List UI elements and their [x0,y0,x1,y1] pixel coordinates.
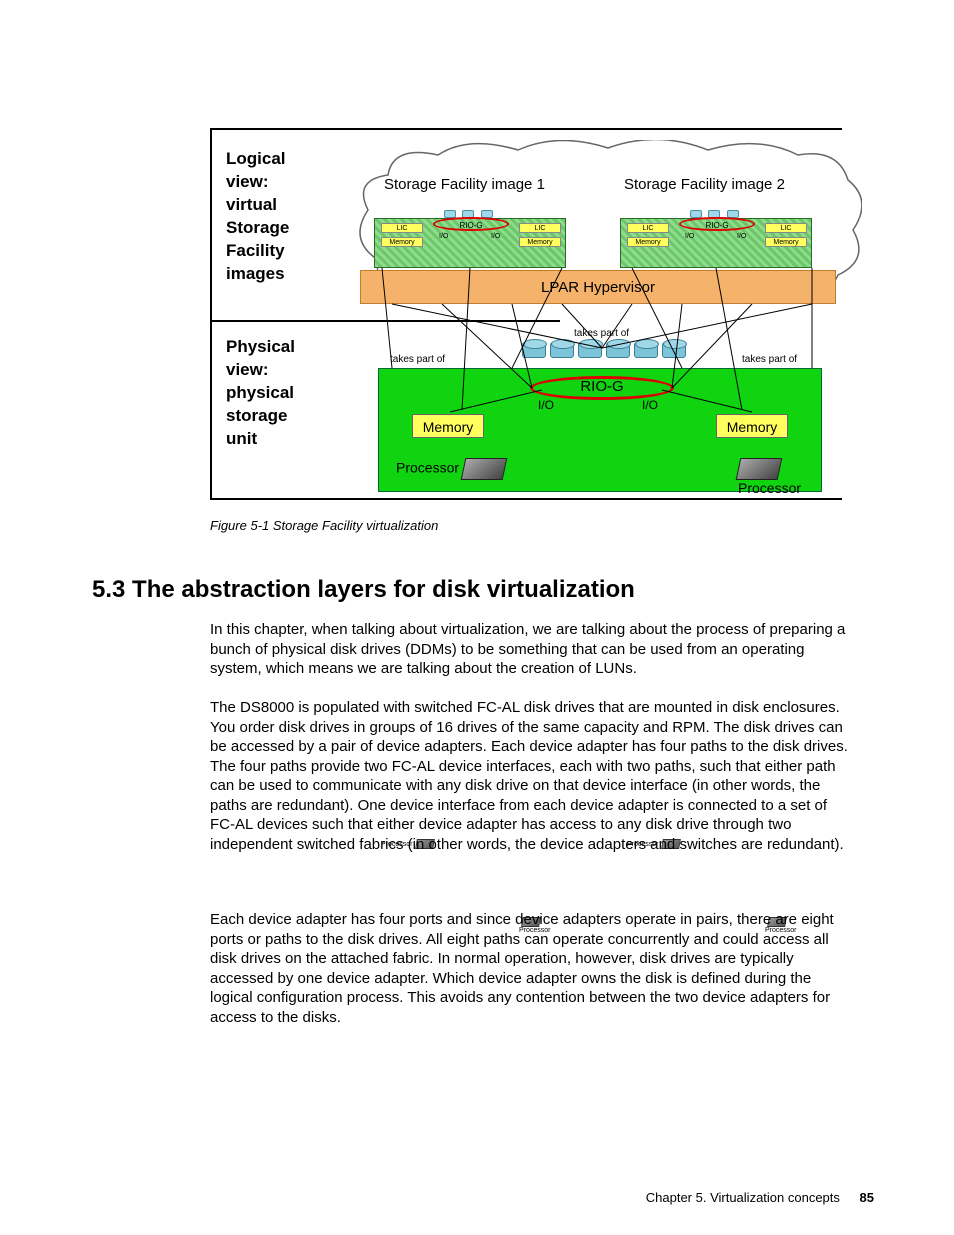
chapter-label: Chapter 5. Virtualization concepts [646,1190,840,1205]
io-label-small: I/O [491,233,500,240]
rio-g-label-small: RIO-G [449,221,493,230]
processor-box: Processor [396,458,505,480]
lic-label: LIC [627,223,669,233]
label-line: storage [226,405,356,428]
processor-text: Processor [738,480,801,496]
label-line: Physical [226,336,356,359]
figure-5-1: Logical view: virtual Storage Facility i… [210,128,842,500]
body-paragraph: Each device adapter has four ports and s… [210,910,850,1027]
section-divider [212,320,560,322]
memory-label-small: Memory [519,237,561,247]
physical-view-label: Physical view: physical storage unit [226,336,356,451]
io-label: I/O [538,398,554,412]
io-label-small: I/O [439,233,448,240]
label-line: unit [226,428,356,451]
disk-cylinder-icon [550,342,574,358]
lic-label: LIC [765,223,807,233]
memory-label-small: Memory [627,237,669,247]
lpar-hypervisor: LPAR Hypervisor [360,270,836,304]
rio-g-label-small: RIO-G [695,221,739,230]
label-line: virtual [226,194,356,217]
label-line: Logical [226,148,356,171]
label-line: view: [226,171,356,194]
memory-box: Memory [716,414,788,438]
sfi-box-1: LIC LIC RIO-G I/O I/O Memory Memory Proc… [374,218,566,268]
memory-label-small: Memory [765,237,807,247]
io-label-small: I/O [685,233,694,240]
body-paragraph: The DS8000 is populated with switched FC… [210,698,850,854]
label-line: images [226,263,356,286]
section-heading: 5.3 The abstraction layers for disk virt… [92,576,635,604]
label-line: view: [226,359,356,382]
io-label: I/O [642,398,658,412]
sfi-box-2: LIC LIC RIO-G I/O I/O Memory Memory Proc… [620,218,812,268]
sfi-2-title: Storage Facility image 2 [624,176,785,193]
disk-cylinder-icon [522,342,546,358]
page-footer: Chapter 5. Virtualization concepts 85 [646,1190,874,1205]
takes-part-label: takes part of [574,328,629,339]
io-label-small: I/O [737,233,746,240]
logical-view-label: Logical view: virtual Storage Facility i… [226,148,356,286]
processor-text: Processor [396,460,459,476]
memory-label-small: Memory [381,237,423,247]
figure-caption: Figure 5-1 Storage Facility virtualizati… [210,518,438,533]
label-line: Storage [226,217,356,240]
disk-cylinder-icon [578,342,602,358]
page: Logical view: virtual Storage Facility i… [0,0,954,1235]
body-paragraph: In this chapter, when talking about virt… [210,620,850,679]
sfi-1-title: Storage Facility image 1 [384,176,545,193]
lic-label: LIC [381,223,423,233]
takes-part-label: takes part of [390,354,445,365]
disk-cylinder-row [522,342,686,358]
processor-chip-icon [736,458,783,480]
takes-part-label: takes part of [742,354,797,365]
page-number: 85 [860,1190,874,1205]
processor-chip-icon [461,458,508,480]
lic-label: LIC [519,223,561,233]
label-line: physical [226,382,356,405]
memory-box: Memory [412,414,484,438]
label-line: Facility [226,240,356,263]
disk-cylinder-icon [606,342,630,358]
disk-cylinder-icon [662,342,686,358]
processor-box: Processor [738,458,842,496]
rio-g-label: RIO-G [562,378,642,395]
disk-cylinder-icon [634,342,658,358]
